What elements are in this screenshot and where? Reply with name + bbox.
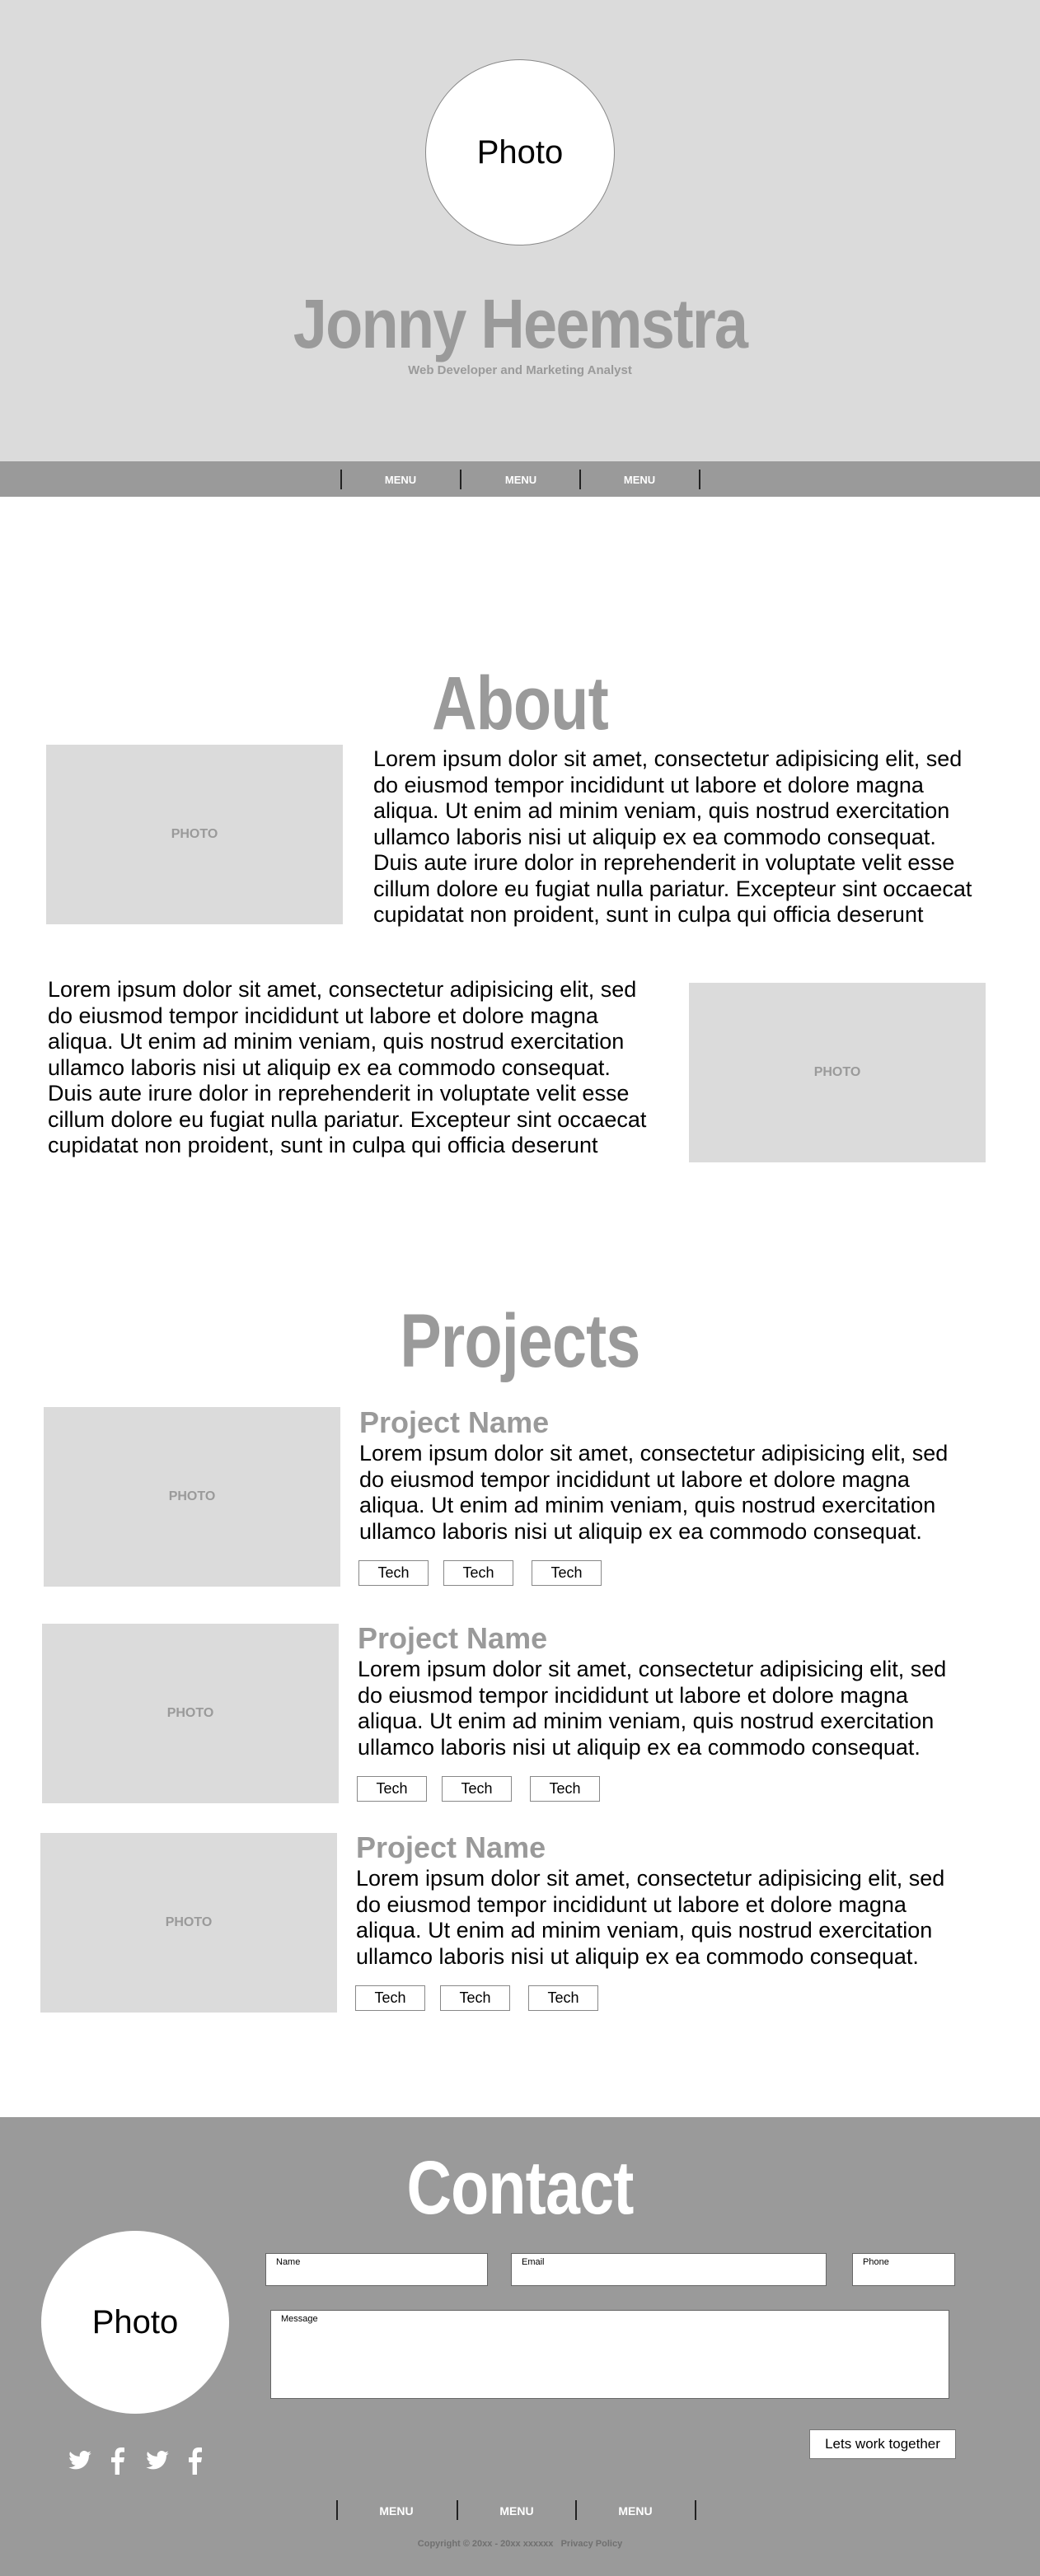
contact-photo-label: Photo xyxy=(91,2303,179,2340)
tech-tag: Tech xyxy=(528,1985,598,2011)
project-description-line: aliqua. Ut enim ad minim veniam, quis no… xyxy=(358,1709,935,1733)
facebook-icon[interactable] xyxy=(185,2447,204,2475)
contact-photo: Photo xyxy=(41,2231,229,2414)
message-field-label: Message xyxy=(281,2314,318,2324)
about-photo-1-label: PHOTO xyxy=(171,827,218,841)
about-paragraph-1-line: cillum dolore eu fugiat nulla pariatur. … xyxy=(373,876,972,901)
nav-divider xyxy=(340,470,342,489)
phone-field[interactable]: Phone xyxy=(852,2253,955,2286)
about-paragraph-2-line: aliqua. Ut enim ad minim veniam, quis no… xyxy=(48,1029,625,1054)
about-paragraph-1-line: Lorem ipsum dolor sit amet, consectetur … xyxy=(373,746,963,771)
project-photo: PHOTO xyxy=(40,1833,337,2013)
top-nav: MENU MENU MENU xyxy=(0,461,1040,497)
project-name: Project Name xyxy=(359,1405,550,1439)
twitter-icon[interactable] xyxy=(68,2448,92,2473)
message-field[interactable]: Message xyxy=(270,2310,949,2399)
project-photo: PHOTO xyxy=(42,1624,339,1803)
tech-tag: Tech xyxy=(358,1560,429,1586)
about-paragraph-1: Lorem ipsum dolor sit amet, consectetur … xyxy=(373,746,1016,928)
about-paragraph-2-line: Lorem ipsum dolor sit amet, consectetur … xyxy=(48,977,637,1002)
about-photo-1: PHOTO xyxy=(46,745,343,924)
profile-photo-label: Photo xyxy=(476,133,564,171)
project-description: Lorem ipsum dolor sit amet, consectetur … xyxy=(356,1866,999,1970)
copyright-text: Copyright © 20xx - 20xx xxxxxx Privacy P… xyxy=(417,2539,623,2549)
about-title: About xyxy=(432,662,609,746)
about-paragraph-1-line: ullamco laboris nisi ut aliquip ex ea co… xyxy=(373,824,936,849)
project-description-line: aliqua. Ut enim ad minim veniam, quis no… xyxy=(359,1493,936,1517)
hero-name: Jonny Heemstra xyxy=(293,285,748,362)
footer-nav-divider xyxy=(575,2500,577,2520)
project-description-line: do eiusmod tempor incididunt ut labore e… xyxy=(358,1682,908,1708)
phone-field-label: Phone xyxy=(863,2257,889,2267)
twitter-icon[interactable] xyxy=(145,2448,170,2473)
nav-divider xyxy=(460,470,461,489)
project-photo-label: PHOTO xyxy=(165,1915,213,1929)
project-description: Lorem ipsum dolor sit amet, consectetur … xyxy=(358,1657,1000,1760)
name-field[interactable]: Name xyxy=(265,2253,488,2286)
about-paragraph-2-line: Duis aute irure dolor in reprehenderit i… xyxy=(48,1081,630,1106)
nav-divider xyxy=(699,470,700,489)
nav-menu-item[interactable]: MENU xyxy=(343,474,458,486)
project-photo-label: PHOTO xyxy=(168,1489,216,1503)
about-paragraph-2: Lorem ipsum dolor sit amet, consectetur … xyxy=(48,977,691,1159)
tech-tag: Tech xyxy=(442,1776,512,1802)
footer-nav-divider xyxy=(336,2500,338,2520)
about-paragraph-2-line: do eiusmod tempor incididunt ut labore e… xyxy=(48,1003,598,1028)
tech-tag: Tech xyxy=(530,1776,600,1802)
about-paragraph-1-line: do eiusmod tempor incididunt ut labore e… xyxy=(373,772,924,797)
project-description-line: ullamco laboris nisi ut aliquip ex ea co… xyxy=(358,1734,921,1760)
project-photo: PHOTO xyxy=(44,1407,340,1587)
about-paragraph-2-line: cillum dolore eu fugiat nulla pariatur. … xyxy=(48,1106,647,1132)
project-description-line: do eiusmod tempor incididunt ut labore e… xyxy=(356,1891,906,1917)
projects-title: Projects xyxy=(400,1299,640,1383)
hero-subtitle: Web Developer and Marketing Analyst xyxy=(408,363,632,377)
footer-menu-item[interactable]: MENU xyxy=(339,2504,454,2518)
about-paragraph-1-line: aliqua. Ut enim ad minim veniam, quis no… xyxy=(373,798,950,823)
email-field-label: Email xyxy=(522,2257,545,2267)
project-description-line: Lorem ipsum dolor sit amet, consectetur … xyxy=(359,1441,949,1466)
about-photo-2: PHOTO xyxy=(689,983,986,1162)
footer-menu-item[interactable]: MENU xyxy=(459,2504,574,2518)
tech-tag: Tech xyxy=(355,1985,425,2011)
project-description-line: do eiusmod tempor incididunt ut labore e… xyxy=(359,1466,910,1492)
project-description-line: aliqua. Ut enim ad minim veniam, quis no… xyxy=(356,1918,933,1943)
about-paragraph-1-line: cupidatat non proident, sunt in culpa qu… xyxy=(373,902,924,927)
nav-menu-item[interactable]: MENU xyxy=(582,474,697,486)
footer-nav-divider xyxy=(457,2500,458,2520)
project-photo-label: PHOTO xyxy=(166,1706,214,1720)
footer-menu-item[interactable]: MENU xyxy=(578,2504,693,2518)
email-field[interactable]: Email xyxy=(511,2253,827,2286)
project-description-line: Lorem ipsum dolor sit amet, consectetur … xyxy=(356,1866,945,1891)
profile-photo: Photo xyxy=(425,59,615,245)
project-name: Project Name xyxy=(358,1621,548,1655)
footer-nav-divider xyxy=(695,2500,696,2520)
project-description-line: ullamco laboris nisi ut aliquip ex ea co… xyxy=(359,1518,922,1544)
project-name: Project Name xyxy=(356,1830,546,1864)
project-description: Lorem ipsum dolor sit amet, consectetur … xyxy=(359,1441,1002,1545)
facebook-icon[interactable] xyxy=(107,2447,127,2475)
nav-menu-item[interactable]: MENU xyxy=(463,474,579,486)
nav-divider xyxy=(579,470,581,489)
about-paragraph-1-line: Duis aute irure dolor in reprehenderit i… xyxy=(373,850,955,875)
about-paragraph-2-line: cupidatat non proident, sunt in culpa qu… xyxy=(48,1133,598,1157)
project-description-line: Lorem ipsum dolor sit amet, consectetur … xyxy=(358,1657,947,1681)
about-photo-2-label: PHOTO xyxy=(813,1065,861,1079)
tech-tag: Tech xyxy=(357,1776,427,1802)
tech-tag: Tech xyxy=(440,1985,510,2011)
lets-work-together-button[interactable]: Lets work together xyxy=(809,2429,956,2459)
tech-tag: Tech xyxy=(443,1560,513,1586)
contact-title: Contact xyxy=(406,2146,634,2230)
tech-tag: Tech xyxy=(532,1560,602,1586)
project-description-line: ullamco laboris nisi ut aliquip ex ea co… xyxy=(356,1943,919,1969)
about-paragraph-2-line: ullamco laboris nisi ut aliquip ex ea co… xyxy=(48,1054,611,1080)
name-field-label: Name xyxy=(276,2257,301,2267)
